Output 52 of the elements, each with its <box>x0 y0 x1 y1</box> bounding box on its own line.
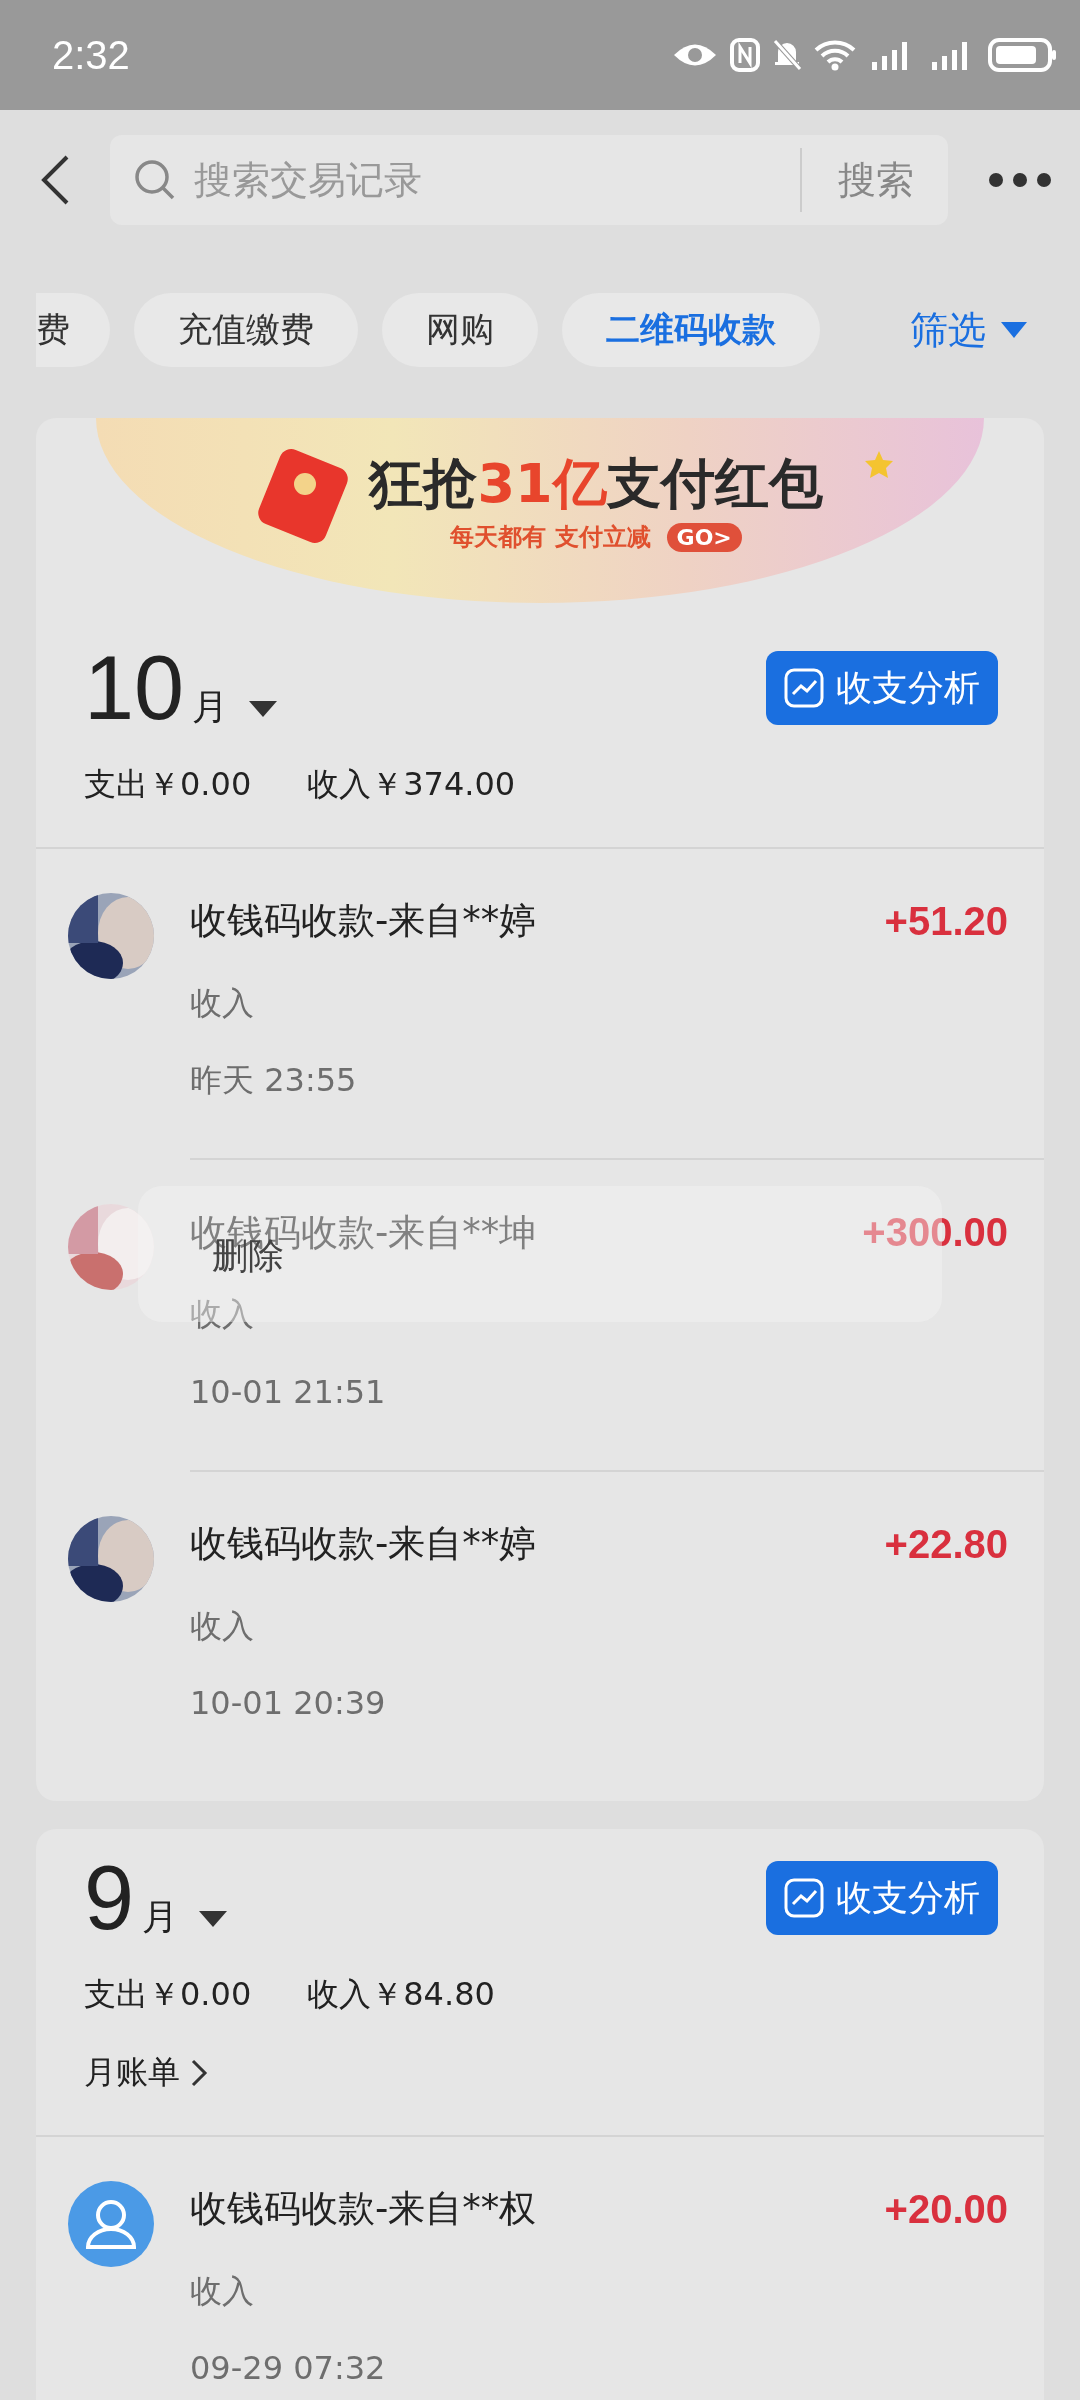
mute-bell-icon <box>772 38 802 72</box>
filter-button[interactable]: 筛选 <box>890 304 1028 356</box>
search-button[interactable]: 搜索 <box>818 135 948 225</box>
banner-title: 狂抢31亿支付红包 <box>369 451 823 517</box>
wifi-icon <box>814 39 856 71</box>
month-unit: 月 <box>192 685 229 729</box>
transaction-time: 09-29 07:32 <box>190 2351 386 2387</box>
transaction-amount: +22.80 <box>884 1521 1008 1567</box>
transaction-type: 收入 <box>190 986 254 1022</box>
caret-icon[interactable] <box>248 699 279 719</box>
transaction-title: 收钱码收款-来自**婷 <box>190 901 537 942</box>
expense-total: 支出￥0.00 <box>84 764 252 805</box>
transaction-time: 10-01 21:51 <box>190 1374 386 1410</box>
transaction-time: 昨天 23:55 <box>190 1063 357 1099</box>
transaction-time: 10-01 20:39 <box>190 1685 386 1722</box>
chart-icon <box>784 668 824 708</box>
expense-total: 支出￥0.00 <box>84 1974 252 2016</box>
status-time: 2:32 <box>52 32 130 78</box>
transaction-amount: +51.20 <box>884 899 1008 944</box>
transaction-type: 收入 <box>190 1608 254 1644</box>
month-number: 9 <box>84 1853 135 1944</box>
transaction-title: 收钱码收款-来自**权 <box>190 2189 537 2230</box>
filter-chip[interactable]: 费 <box>36 293 110 367</box>
transaction-amount: +20.00 <box>884 2187 1008 2233</box>
monthly-bill-link[interactable]: 月账单 <box>36 2017 208 2096</box>
income-total: 收入￥374.00 <box>307 764 516 805</box>
search-field[interactable]: 搜索交易记录 搜索 <box>110 135 948 225</box>
star-icon <box>864 450 894 480</box>
search-icon <box>134 159 176 201</box>
back-icon[interactable] <box>40 154 70 206</box>
filter-chip[interactable]: 充值缴费 <box>134 293 358 367</box>
transaction-title: 收钱码收款-来自**婷 <box>190 1523 537 1565</box>
month-number: 10 <box>84 643 185 733</box>
income-total: 收入￥84.80 <box>307 1974 495 2016</box>
go-badge[interactable]: GO> <box>666 522 742 552</box>
transaction-type: 收入 <box>190 2274 254 2310</box>
transaction-amount: +300.00 <box>862 1210 1008 1256</box>
banner-subtitle: 每天都有 支付立减 <box>450 522 651 553</box>
promo-banner[interactable]: 狂抢31亿支付红包 每天都有 支付立减 GO> <box>96 418 984 603</box>
filter-chip[interactable]: 网购 <box>382 293 538 367</box>
battery-icon <box>988 37 1058 73</box>
filter-chip[interactable]: 二维码收款 <box>562 293 820 367</box>
transaction-type: 收入 <box>190 1297 254 1333</box>
analysis-button[interactable]: 收支分析 <box>766 651 998 725</box>
chart-icon <box>784 1878 824 1919</box>
avatar-icon <box>68 2181 154 2268</box>
analysis-button[interactable]: 收支分析 <box>766 1861 998 1936</box>
more-icon[interactable] <box>988 172 1052 188</box>
nfc-icon <box>730 38 760 72</box>
caret-icon <box>1000 320 1028 340</box>
month-unit: 月 <box>142 1895 179 1940</box>
chevron-icon <box>190 2058 208 2089</box>
